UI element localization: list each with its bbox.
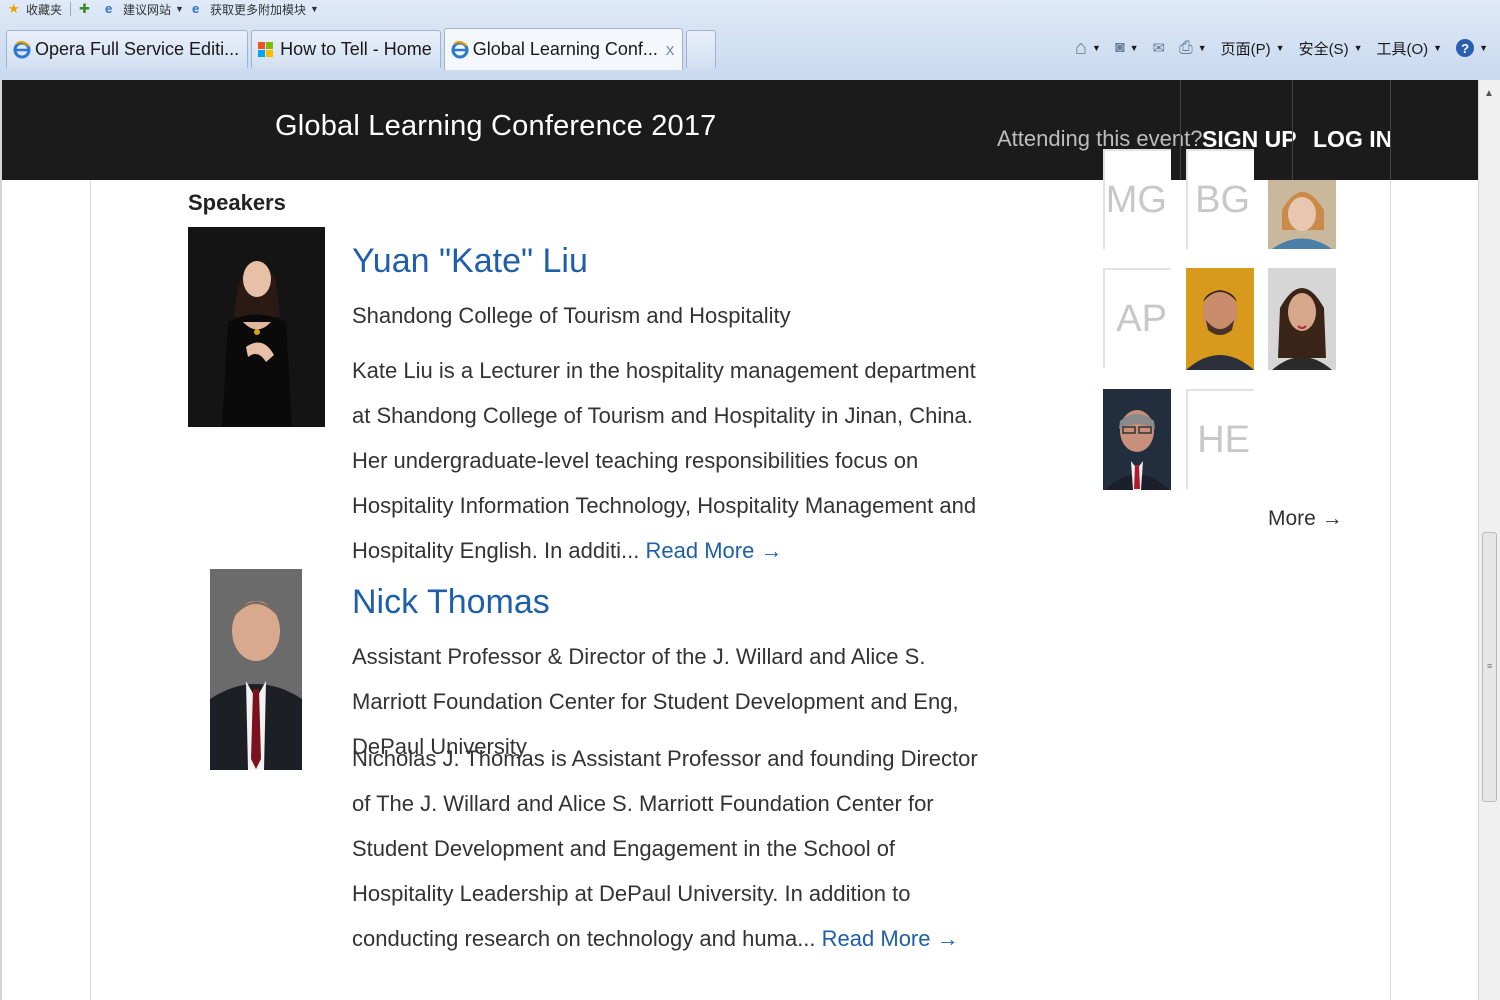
new-tab-button[interactable] <box>686 30 717 68</box>
speaker-initials: AP <box>1116 297 1167 340</box>
favorites-bar: ★ 收藏夹 ✚ e 建议网站 ▼ e 获取更多附加模块 ▼ <box>0 0 319 18</box>
speaker-tile-initials[interactable]: AP <box>1103 268 1171 368</box>
chevron-down-icon: ▼ <box>1092 43 1101 53</box>
add-favorite-icon[interactable]: ✚ <box>79 2 93 16</box>
attending-prompt: Attending this event? <box>997 126 1203 151</box>
portrait-image <box>1268 268 1336 370</box>
addons-label: 获取更多附加模块 <box>209 2 306 17</box>
favorites-button[interactable]: ★ 收藏夹 <box>8 1 62 18</box>
browser-chrome: ★ 收藏夹 ✚ e 建议网站 ▼ e 获取更多附加模块 ▼ Opera Full… <box>0 0 1500 81</box>
scrollbar-thumb[interactable]: ≡ <box>1482 532 1497 802</box>
speaker-tile-initials[interactable]: HE <box>1186 389 1254 489</box>
star-icon: ★ <box>8 1 20 16</box>
chevron-down-icon: ▼ <box>1197 43 1207 53</box>
speaker-initials: MG <box>1105 179 1167 221</box>
chevron-down-icon: ▼ <box>1433 43 1443 53</box>
divider <box>1292 80 1293 180</box>
speakers-heading: Speakers <box>188 190 286 215</box>
divider <box>70 2 72 16</box>
portrait-image <box>1186 268 1254 370</box>
chevron-down-icon: ▼ <box>175 4 184 14</box>
printer-icon: ⎙ <box>1179 38 1193 57</box>
portrait-image <box>188 227 325 427</box>
speaker-tile-initials[interactable]: BG <box>1186 149 1254 249</box>
favorites-label: 收藏夹 <box>26 2 63 17</box>
log-in-button[interactable]: LOG IN <box>1313 126 1392 153</box>
speaker-photo[interactable] <box>188 227 325 427</box>
speaker-tile-initials[interactable]: MG <box>1103 149 1171 249</box>
speaker-affiliation: Shandong College of Tourism and Hospital… <box>352 303 791 328</box>
print-button[interactable]: ⎙ ▼ <box>1179 38 1207 58</box>
portrait-image <box>1268 180 1336 249</box>
rss-icon: ◙ <box>1114 39 1125 56</box>
help-icon: ? <box>1456 39 1475 57</box>
portrait-image <box>210 569 302 770</box>
speaker-tile-photo[interactable] <box>1103 389 1171 490</box>
page-menu[interactable]: 页面(P) ▼ <box>1221 38 1285 59</box>
speaker-initials: BG <box>1195 179 1250 221</box>
ie-icon: e <box>191 1 200 16</box>
suggested-sites-link[interactable]: e 建议网站 ▼ <box>105 1 184 18</box>
tab-label: Opera Full Service Editi... <box>35 39 240 59</box>
tools-menu-label: 工具(O) <box>1376 40 1429 58</box>
speaker-name[interactable]: Yuan "Kate" Liu <box>352 242 588 281</box>
chevron-down-icon: ▼ <box>1353 43 1363 53</box>
tools-menu[interactable]: 工具(O) ▼ <box>1376 38 1442 59</box>
tab-label: Global Learning Conf... <box>472 39 658 59</box>
tab-strip: Opera Full Service Editi... How to Tell … <box>6 28 719 70</box>
feeds-button[interactable]: ◙ ▼ <box>1115 39 1139 57</box>
divider <box>90 180 91 1000</box>
addons-link[interactable]: e 获取更多附加模块 ▼ <box>192 1 319 18</box>
speaker-bio-text: Nicholas J. Thomas is Assistant Professo… <box>352 746 978 951</box>
vertical-scrollbar[interactable]: ▲ ≡ <box>1478 80 1500 1000</box>
speaker-bio-text: Kate Liu is a Lecturer in the hospitalit… <box>352 358 977 563</box>
divider <box>1180 80 1181 180</box>
tab-label: How to Tell - Home <box>280 39 432 59</box>
chevron-down-icon: ▼ <box>309 4 319 14</box>
safety-menu-label: 安全(S) <box>1298 40 1349 58</box>
ie-icon <box>13 40 31 59</box>
web-page: Global Learning Conference 2017 Attendin… <box>0 80 1480 1000</box>
ie-icon <box>451 40 469 59</box>
tab-how-to-tell[interactable]: How to Tell - Home <box>251 30 441 68</box>
ie-icon: e <box>105 1 113 16</box>
read-more-link[interactable]: Read More → <box>822 926 959 951</box>
mail-icon: ✉ <box>1152 40 1166 57</box>
windows-icon <box>258 41 274 58</box>
help-button[interactable]: ? ▼ <box>1456 39 1488 57</box>
speaker-tile-photo[interactable] <box>1268 268 1336 370</box>
speaker-photo[interactable] <box>210 569 302 770</box>
chevron-down-icon: ▼ <box>1129 43 1139 53</box>
page-menu-label: 页面(P) <box>1220 40 1271 58</box>
speaker-tile-photo[interactable] <box>1186 268 1254 370</box>
home-button[interactable]: ⌂ ▼ <box>1075 37 1101 60</box>
tab-global-learning[interactable]: Global Learning Conf... x <box>443 28 684 70</box>
grip-icon: ≡ <box>1487 661 1493 671</box>
chevron-down-icon: ▼ <box>1275 43 1285 53</box>
speaker-bio: Kate Liu is a Lecturer in the hospitalit… <box>352 348 982 573</box>
divider <box>1390 180 1391 1000</box>
mail-button[interactable]: ✉ <box>1153 39 1166 57</box>
portrait-image <box>1103 389 1171 490</box>
speaker-bio: Nicholas J. Thomas is Assistant Professo… <box>352 736 982 961</box>
read-more-link[interactable]: Read More → <box>646 538 783 563</box>
close-icon[interactable]: x <box>666 40 675 60</box>
more-speakers-link[interactable]: More → <box>1268 507 1343 531</box>
speaker-name[interactable]: Nick Thomas <box>352 583 550 622</box>
command-bar: ⌂ ▼ ◙ ▼ ✉ ⎙ ▼ 页面(P) ▼ 安全(S) ▼ 工具(O) ▼ ? ▼ <box>1061 30 1488 66</box>
divider <box>1390 80 1391 180</box>
home-icon: ⌂ <box>1074 36 1088 59</box>
site-title[interactable]: Global Learning Conference 2017 <box>275 110 717 143</box>
chevron-down-icon: ▼ <box>1479 43 1488 53</box>
site-navbar: Global Learning Conference 2017 Attendin… <box>2 80 1480 180</box>
safety-menu[interactable]: 安全(S) ▼ <box>1299 38 1363 59</box>
speaker-initials: HE <box>1197 418 1250 461</box>
speaker-tile-photo[interactable] <box>1268 180 1336 249</box>
tab-opera[interactable]: Opera Full Service Editi... <box>6 30 249 68</box>
suggested-sites-label: 建议网站 <box>123 2 172 17</box>
scroll-up-arrow-icon[interactable]: ▲ <box>1484 88 1494 99</box>
